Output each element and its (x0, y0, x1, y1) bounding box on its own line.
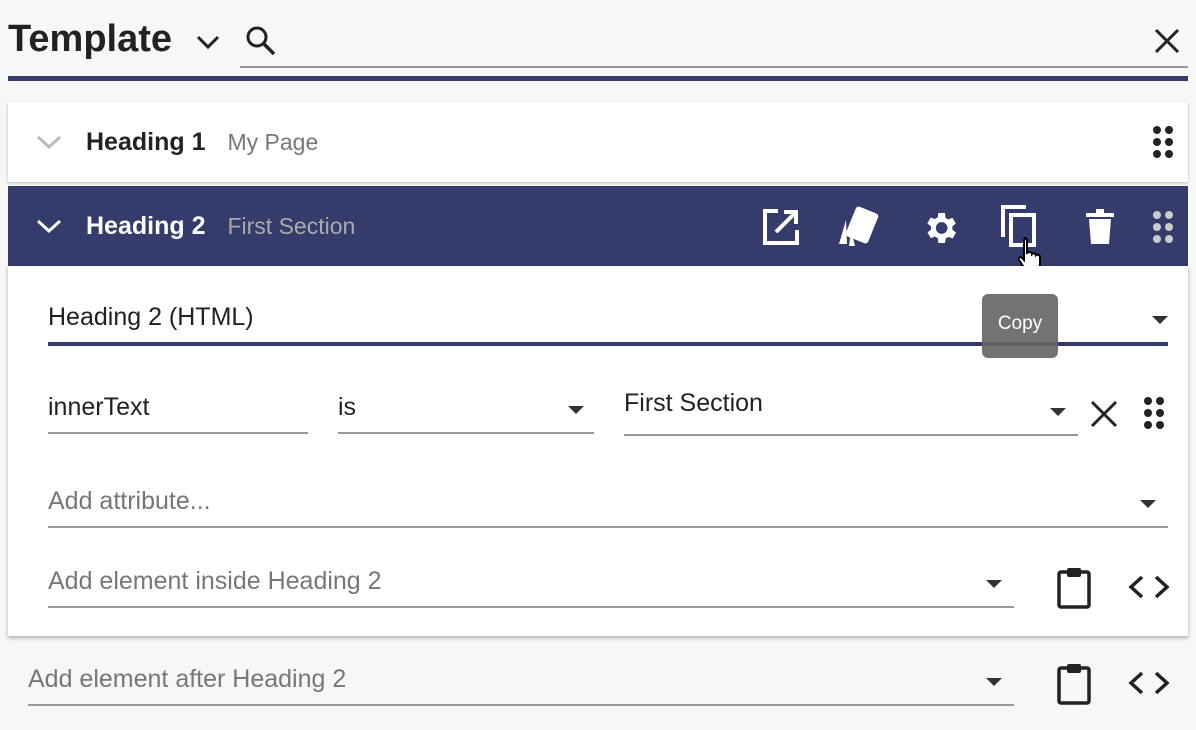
template-title[interactable]: Template (8, 18, 172, 61)
remove-attribute-icon[interactable] (1090, 400, 1118, 428)
attribute-name-value: innerText (48, 393, 150, 421)
dropdown-arrow-icon (986, 678, 1002, 686)
clipboard-icon[interactable] (1056, 566, 1092, 610)
dropdown-arrow-icon (568, 406, 584, 414)
attribute-value-input[interactable]: First Section (624, 382, 1078, 436)
drag-handle-icon[interactable] (1143, 396, 1165, 430)
code-icon[interactable] (1128, 670, 1170, 696)
search-input[interactable] (240, 20, 1188, 68)
dropdown-arrow-icon (1050, 408, 1066, 416)
element-row-heading-1[interactable]: Heading 1 My Page (8, 102, 1188, 182)
dropdown-arrow-icon (986, 580, 1002, 588)
copy-tooltip: Copy (982, 294, 1058, 358)
add-attribute-placeholder: Add attribute... (48, 487, 211, 515)
header-divider (8, 76, 1188, 81)
clipboard-icon[interactable] (1056, 662, 1092, 706)
chevron-down-icon[interactable] (36, 217, 62, 235)
attribute-operator-value: is (338, 393, 357, 421)
add-element-inside-select[interactable]: Add element inside Heading 2 (48, 552, 1014, 608)
styles-icon[interactable] (836, 206, 882, 248)
element-name: Heading 2 (86, 211, 206, 240)
dropdown-arrow-icon (1140, 500, 1156, 508)
chevron-down-icon[interactable] (36, 133, 62, 151)
open-external-icon[interactable] (762, 208, 800, 246)
element-subtitle: My Page (227, 128, 319, 155)
close-icon[interactable] (1152, 26, 1182, 56)
attribute-value: First Section (624, 389, 763, 417)
drag-handle-icon[interactable] (1152, 210, 1174, 244)
add-attribute-select[interactable]: Add attribute... (48, 472, 1168, 528)
gear-icon[interactable] (920, 208, 960, 248)
element-type-value: Heading 2 (HTML) (48, 303, 254, 331)
code-icon[interactable] (1128, 574, 1170, 600)
add-element-after-select[interactable]: Add element after Heading 2 (28, 650, 1014, 706)
trash-icon[interactable] (1086, 208, 1114, 246)
add-inside-placeholder: Add element inside Heading 2 (48, 567, 382, 595)
element-subtitle: First Section (227, 212, 356, 239)
chevron-down-icon[interactable] (194, 32, 222, 52)
element-name: Heading 1 (86, 127, 206, 156)
search-icon (246, 26, 276, 56)
attribute-name-input[interactable]: innerText (48, 382, 308, 434)
drag-handle-icon[interactable] (1152, 125, 1174, 159)
dropdown-arrow-icon (1152, 316, 1168, 324)
attribute-operator-select[interactable]: is (338, 382, 594, 434)
add-after-placeholder: Add element after Heading 2 (28, 665, 347, 693)
